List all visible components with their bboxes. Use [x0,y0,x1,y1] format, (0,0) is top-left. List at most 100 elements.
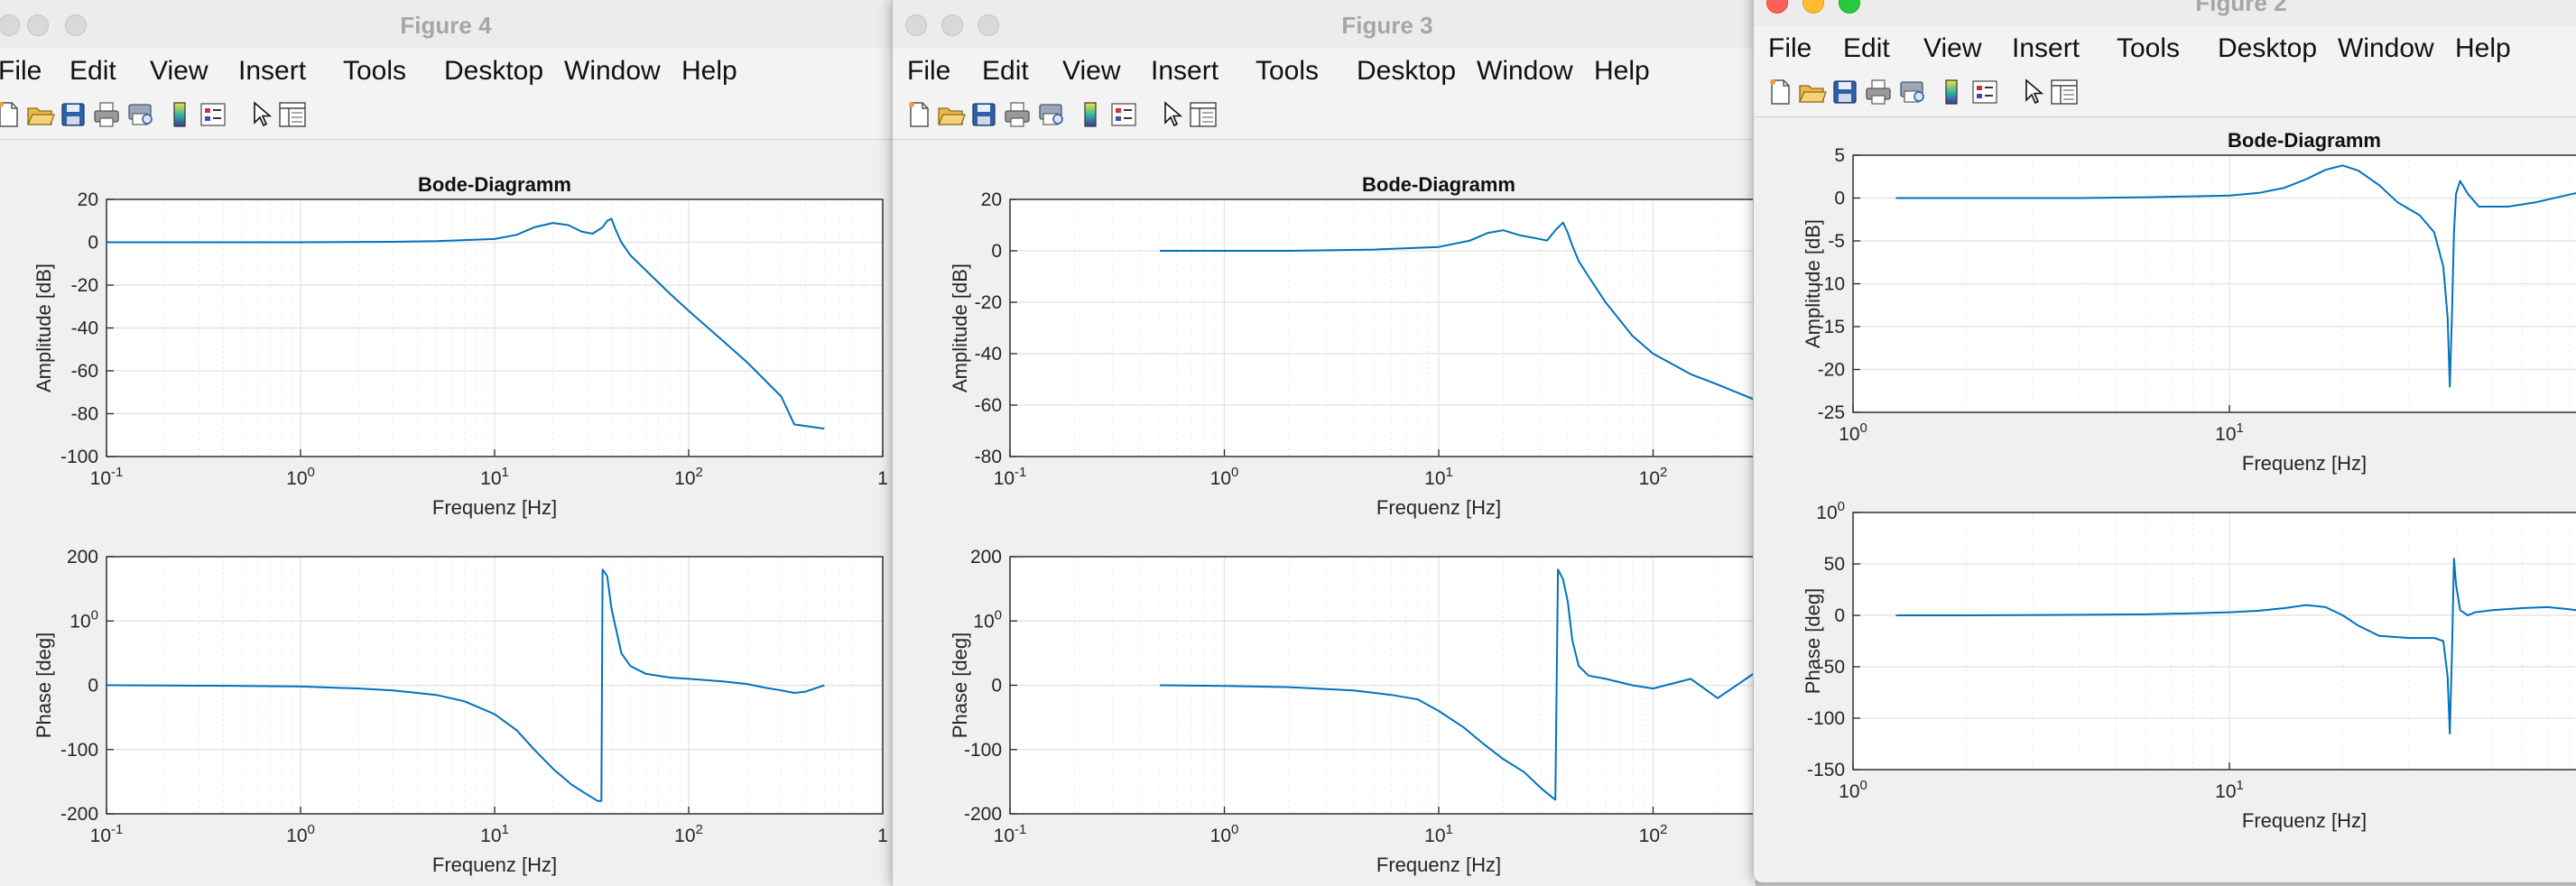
save-icon[interactable] [58,99,88,130]
title-bar[interactable]: Figure 4 [0,0,892,50]
y-tick-label: -200 [964,804,1002,825]
title-bar[interactable]: Figure 3 [893,0,1756,50]
y-tick-label: -25 [1818,402,1845,423]
axes-phase[interactable] [106,556,884,815]
menu-help[interactable]: Help [1594,56,1650,87]
y-tick-label: 0 [1834,605,1845,626]
x-axis-label: Frequenz [Hz] [432,854,557,876]
title-bar[interactable]: Figure 2 [1754,0,2576,27]
menu-help[interactable]: Help [2455,33,2511,64]
new-file-icon[interactable] [0,99,23,130]
axes-phase[interactable] [1852,512,2576,771]
menu-window[interactable]: Window [1477,56,1573,87]
figure-3-window: Figure 3 File Edit View Insert Tools Des… [892,0,1756,886]
axes-amplitude[interactable] [1009,198,1756,457]
pointer-icon[interactable] [2017,77,2048,107]
menu-window[interactable]: Window [2338,33,2434,64]
y-tick-label: -200 [60,804,98,825]
menu-view[interactable]: View [1923,33,1981,64]
bode-figure: 10-1 100 101 102 1200-20-40-60-80-100Bode-Di… [32,173,888,876]
colorbar-icon[interactable] [1075,99,1106,130]
x-tick-label: 10-1 [994,465,1027,489]
axes-amplitude[interactable] [1852,154,2576,413]
menu-insert[interactable]: Insert [1151,56,1219,87]
y-tick-label: 100 [69,607,98,632]
property-editor-icon[interactable] [1188,99,1219,130]
x-tick-label: 10-1 [90,822,124,846]
y-tick-label: -60 [975,395,1002,416]
x-axis-label: Frequenz [Hz] [2242,809,2367,832]
menu-desktop[interactable]: Desktop [444,56,543,87]
print-preview-icon[interactable] [125,99,156,130]
menu-window[interactable]: Window [564,56,661,87]
pointer-icon[interactable] [1156,99,1187,130]
y-tick-label: 200 [67,547,98,568]
y-tick-label: 0 [88,233,98,254]
colorbar-icon[interactable] [1936,77,1967,107]
open-folder-icon[interactable] [936,99,967,130]
menu-edit[interactable]: Edit [1843,33,1890,64]
y-axis-label: Amplitude [dB] [949,263,971,392]
new-file-icon[interactable] [1765,77,1795,107]
window-title: Figure 3 [1341,12,1433,39]
menu-desktop[interactable]: Desktop [1357,56,1456,87]
x-axis-label: Frequenz [Hz] [1376,854,1501,876]
print-preview-icon[interactable] [1897,77,1928,107]
chart-title: Bode-Diagramm [2228,129,2381,152]
y-tick-label: -150 [1807,760,1845,780]
menu-insert[interactable]: Insert [238,56,306,87]
axes-phase[interactable] [1009,556,1756,815]
menu-file[interactable]: File [907,56,950,87]
menu-file[interactable]: File [0,56,42,87]
colorbar-icon[interactable] [164,99,195,130]
menu-insert[interactable]: Insert [2012,33,2080,64]
menu-view[interactable]: View [150,56,208,87]
x-tick-label: 101 [480,465,509,489]
menu-view[interactable]: View [1062,56,1120,87]
figure-4-window: Figure 4 File Edit View Insert Tools Des… [0,0,892,886]
x-tick-label: 101 [2215,420,2244,445]
y-tick-label: -80 [71,404,98,425]
save-icon[interactable] [1830,77,1860,107]
pointer-icon[interactable] [246,99,276,130]
menu-tools[interactable]: Tools [2117,33,2180,64]
menu-file[interactable]: File [1768,33,1812,64]
plot-area: 10-1 100 101 102 1 20 0 -20 -40 -60 -80 -100 Bode-Di… [0,140,892,886]
y-tick-label: 20 [78,189,98,210]
menu-tools[interactable]: Tools [1256,56,1319,87]
y-tick-label: 50 [1824,554,1845,575]
y-tick-label: 20 [981,189,1002,210]
legend-icon[interactable] [1108,99,1139,130]
figure-toolbar [1754,69,2576,117]
legend-icon[interactable] [1969,77,2000,107]
y-tick-label: -40 [975,344,1002,365]
axes-amplitude[interactable] [106,198,884,457]
x-tick-label: 100 [1839,420,1867,445]
y-tick-label: 0 [991,241,1002,262]
menu-desktop[interactable]: Desktop [2218,33,2317,64]
menu-bar: File Edit View Insert Tools Desktop Wind… [1754,26,2576,69]
property-editor-icon[interactable] [277,99,308,130]
x-tick-label: 102 [1639,822,1668,846]
x-tick-label: 100 [1210,822,1239,846]
print-icon[interactable] [1002,99,1033,130]
property-editor-icon[interactable] [2049,77,2080,107]
menu-help[interactable]: Help [681,56,737,87]
new-file-icon[interactable] [903,99,934,130]
menu-bar: File Edit View Insert Tools Desktop Wind… [0,49,892,92]
figure-toolbar [893,92,1756,140]
print-preview-icon[interactable] [1036,99,1067,130]
legend-icon[interactable] [198,99,228,130]
x-tick-label: 101 [2215,778,2244,802]
menu-edit[interactable]: Edit [982,56,1029,87]
y-axis-label: Phase [deg] [949,632,971,738]
open-folder-icon[interactable] [1797,77,1828,107]
x-tick-label: 102 [1639,465,1668,489]
menu-edit[interactable]: Edit [69,56,116,87]
x-axis-label: Frequenz [Hz] [432,496,557,519]
save-icon[interactable] [968,99,999,130]
print-icon[interactable] [91,99,122,130]
menu-tools[interactable]: Tools [343,56,406,87]
print-icon[interactable] [1863,77,1894,107]
open-folder-icon[interactable] [25,99,56,130]
